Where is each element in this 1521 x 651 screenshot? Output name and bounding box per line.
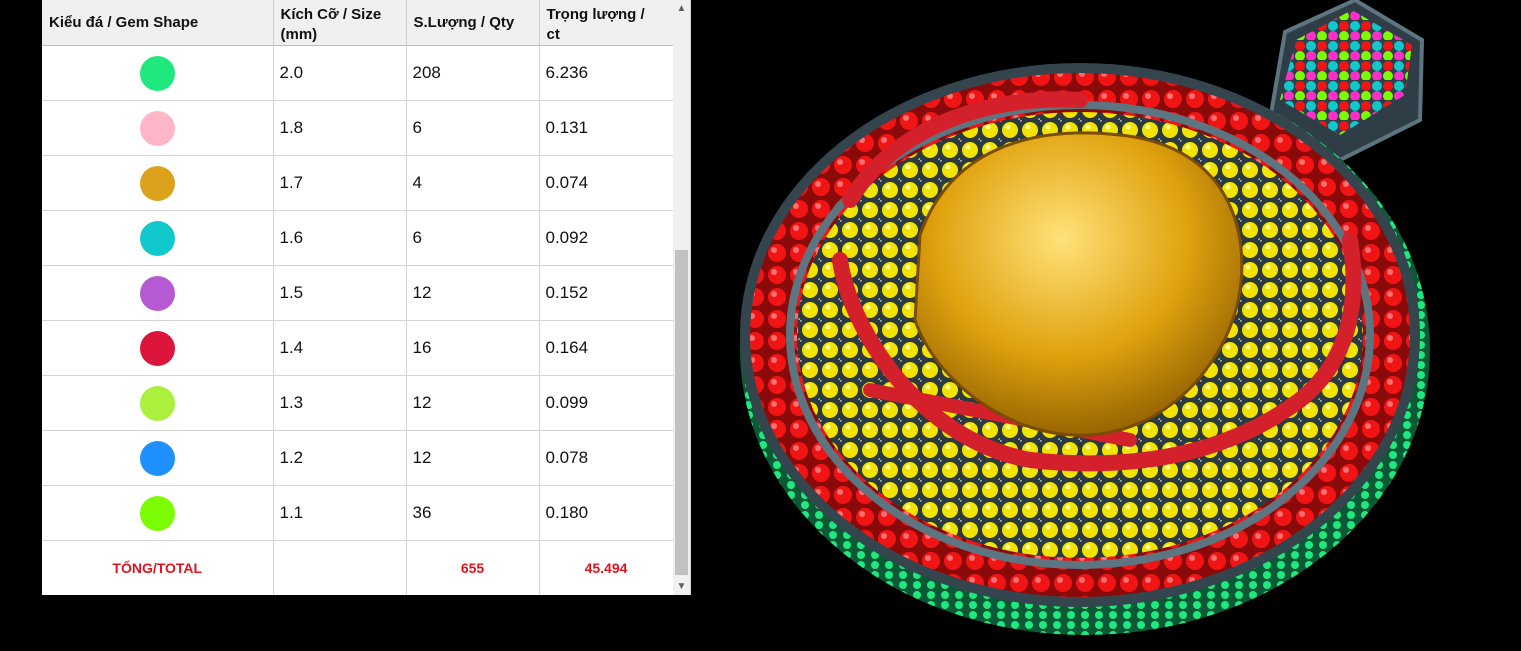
table-row[interactable]: 1.3 12 0.099: [42, 375, 674, 431]
gem-table: Kiểu đá / Gem Shape Kích Cỡ / Size (mm) …: [42, 0, 674, 595]
col-header-size-line2: (mm): [280, 26, 318, 43]
gem-weight-cell: 0.099: [539, 375, 674, 431]
pendant-render: [740, 0, 1430, 635]
pendant-disc: [740, 63, 1430, 635]
gem-qty-cell: 4: [406, 155, 540, 211]
table-header-row: Kiểu đá / Gem Shape Kích Cỡ / Size (mm) …: [42, 0, 674, 46]
gem-shape-cell: [42, 485, 274, 541]
gem-qty-cell: 12: [406, 375, 540, 431]
gem-color-swatch: [139, 165, 175, 201]
table-row[interactable]: 2.0 208 6.236: [42, 45, 674, 101]
gem-color-swatch: [139, 330, 175, 366]
gem-size-cell: 1.1: [273, 485, 407, 541]
gem-weight-cell: 0.152: [539, 265, 674, 321]
gem-weight-cell: 0.180: [539, 485, 674, 541]
gem-table-panel: Kiểu đá / Gem Shape Kích Cỡ / Size (mm) …: [42, 0, 691, 595]
gem-qty-cell: 12: [406, 265, 540, 321]
table-row[interactable]: 1.6 6 0.092: [42, 210, 674, 266]
gem-color-swatch: [139, 440, 175, 476]
table-row[interactable]: 1.2 12 0.078: [42, 430, 674, 486]
table-row[interactable]: 1.1 36 0.180: [42, 485, 674, 541]
gem-qty-cell: 6: [406, 210, 540, 266]
gem-shape-cell: [42, 265, 274, 321]
gem-weight-cell: 0.078: [539, 430, 674, 486]
total-label: TỔNG/TOTAL: [42, 540, 274, 595]
gem-size-cell: 1.2: [273, 430, 407, 486]
col-header-qty[interactable]: S.Lượng / Qty: [406, 0, 540, 46]
vertical-scrollbar[interactable]: ▲ ▼: [673, 0, 690, 595]
gem-shape-cell: [42, 210, 274, 266]
gem-weight-cell: 0.092: [539, 210, 674, 266]
gem-size-cell: 2.0: [273, 45, 407, 101]
gem-qty-cell: 208: [406, 45, 540, 101]
total-qty: 655: [406, 540, 540, 595]
gem-qty-cell: 36: [406, 485, 540, 541]
gem-shape-cell: [42, 320, 274, 376]
total-size-cell: [273, 540, 407, 595]
col-header-weight-line2: ct: [546, 26, 560, 43]
table-row[interactable]: 1.5 12 0.152: [42, 265, 674, 321]
gem-shape-cell: [42, 45, 274, 101]
gem-color-swatch: [139, 385, 175, 421]
col-header-shape[interactable]: Kiểu đá / Gem Shape: [42, 0, 274, 46]
gem-size-cell: 1.5: [273, 265, 407, 321]
col-header-weight[interactable]: Trọng lượng / ct: [539, 0, 674, 46]
gem-color-swatch: [139, 110, 175, 146]
gem-size-cell: 1.4: [273, 320, 407, 376]
table-row[interactable]: 1.4 16 0.164: [42, 320, 674, 376]
gem-color-swatch: [139, 495, 175, 531]
gem-size-cell: 1.8: [273, 100, 407, 156]
gem-size-cell: 1.7: [273, 155, 407, 211]
gem-weight-cell: 0.074: [539, 155, 674, 211]
col-header-weight-line1: Trọng lượng /: [546, 6, 645, 23]
total-weight: 45.494: [539, 540, 674, 595]
pendant-3d-viewport[interactable]: [700, 0, 1521, 646]
chevron-up-icon[interactable]: ▲: [673, 0, 690, 17]
gem-shape-cell: [42, 100, 274, 156]
gem-shape-cell: [42, 430, 274, 486]
gem-qty-cell: 6: [406, 100, 540, 156]
gem-qty-cell: 12: [406, 430, 540, 486]
gem-color-swatch: [139, 275, 175, 311]
table-row[interactable]: 1.8 6 0.131: [42, 100, 674, 156]
gem-qty-cell: 16: [406, 320, 540, 376]
chevron-down-icon[interactable]: ▼: [673, 578, 690, 595]
gem-size-cell: 1.3: [273, 375, 407, 431]
scrollbar-thumb[interactable]: [675, 250, 688, 575]
gem-weight-cell: 0.131: [539, 100, 674, 156]
col-header-size-line1: Kích Cỡ / Size: [280, 6, 382, 23]
gem-shape-cell: [42, 375, 274, 431]
total-row: TỔNG/TOTAL 655 45.494: [42, 540, 674, 595]
gem-weight-cell: 0.164: [539, 320, 674, 376]
col-header-size[interactable]: Kích Cỡ / Size (mm): [273, 0, 407, 46]
table-row[interactable]: 1.7 4 0.074: [42, 155, 674, 211]
gem-color-swatch: [139, 55, 175, 91]
gem-weight-cell: 6.236: [539, 45, 674, 101]
gem-shape-cell: [42, 155, 274, 211]
gem-size-cell: 1.6: [273, 210, 407, 266]
gem-color-swatch: [139, 220, 175, 256]
